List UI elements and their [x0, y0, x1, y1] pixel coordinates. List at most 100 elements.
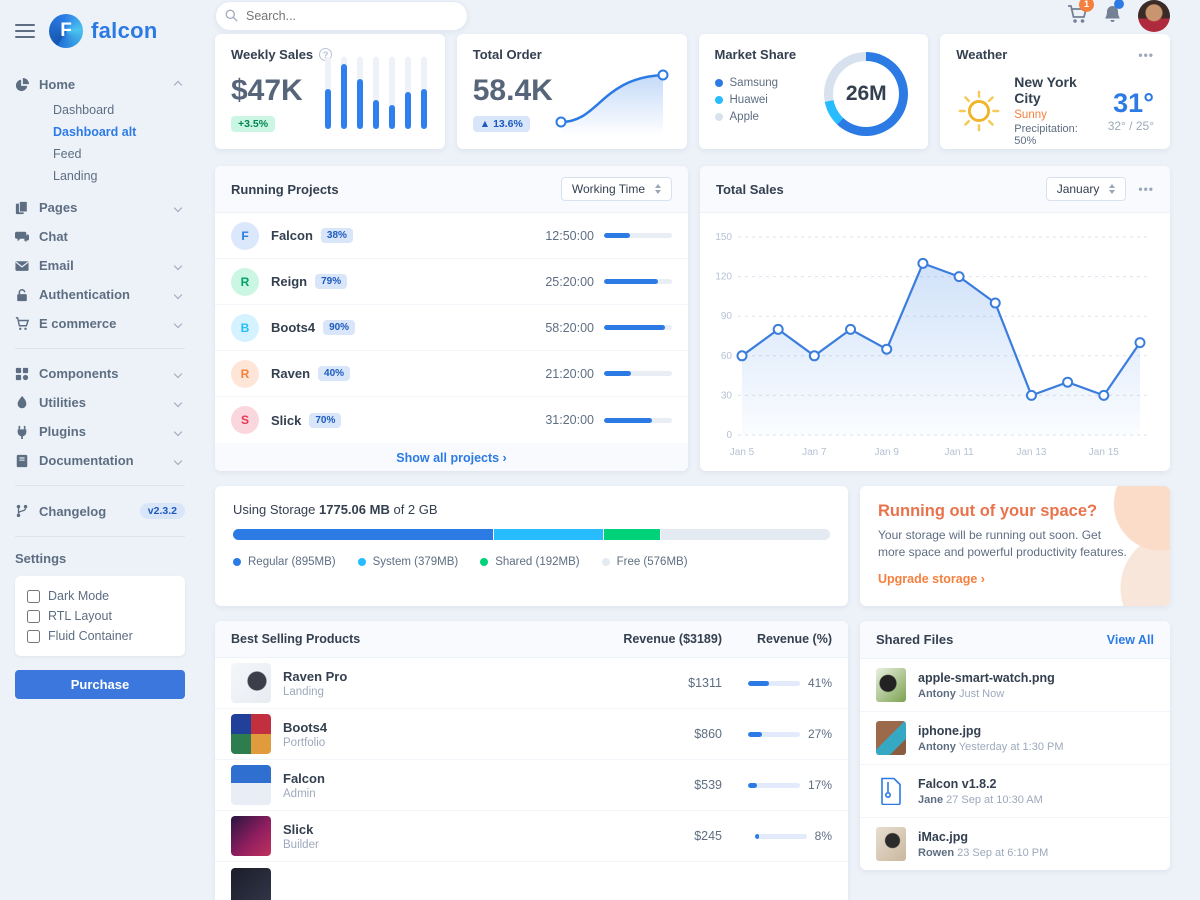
best-selling-card: Best Selling Products Revenue ($3189) Re… [215, 621, 848, 900]
falcon-logo-icon: F [49, 14, 83, 48]
total-sales-menu-button[interactable]: ••• [1138, 182, 1154, 196]
sidebar-item-ecommerce[interactable]: E commerce [15, 309, 185, 338]
svg-text:90: 90 [721, 311, 733, 322]
table-row: Slick Builder $245 8% [215, 811, 848, 862]
search-icon [225, 9, 238, 27]
project-row[interactable]: S Slick 70% 31:20:00 [215, 397, 688, 443]
project-row[interactable]: R Raven 40% 21:20:00 [215, 351, 688, 397]
svg-text:Jan 11: Jan 11 [944, 447, 974, 458]
sidebar-item-changelog[interactable]: Changelog v2.3.2 [15, 496, 185, 526]
book-icon [15, 454, 29, 468]
storage-usage-bar [233, 529, 830, 540]
lock-icon [15, 288, 29, 302]
sidebar-item-feed[interactable]: Feed [15, 143, 185, 165]
sidebar-item-authentication[interactable]: Authentication [15, 280, 185, 309]
sidebar-item-dashboard-alt[interactable]: Dashboard alt [15, 121, 185, 143]
chevron-down-icon [174, 369, 182, 377]
project-row[interactable]: B Boots4 90% 58:20:00 [215, 305, 688, 351]
search-input[interactable] [215, 1, 468, 31]
total-sales-line-chart: 0306090120150Jan 5Jan 7Jan 9Jan 11Jan 13… [700, 213, 1170, 471]
storage-legend: Regular (895MB) System (379MB) Shared (1… [233, 553, 830, 570]
svg-text:Jan 13: Jan 13 [1016, 447, 1046, 458]
dark-mode-toggle[interactable]: Dark Mode [27, 586, 173, 606]
promo-title: Running out of your space? [878, 502, 1152, 521]
market-share-title: Market Share [715, 47, 797, 62]
chevron-down-icon [174, 203, 182, 211]
upgrade-storage-link[interactable]: Upgrade storage › [878, 572, 985, 586]
sidebar-item-landing[interactable]: Landing [15, 165, 185, 187]
svg-text:Jan 5: Jan 5 [730, 447, 755, 458]
chevron-down-icon [174, 319, 182, 327]
chevron-up-icon [174, 80, 182, 88]
list-item[interactable]: Falcon v1.8.2 Jane 27 Sep at 10:30 AM [860, 765, 1170, 818]
shared-files-title: Shared Files [876, 632, 953, 647]
weather-condition: Sunny [1014, 109, 1095, 121]
total-sales-card: Total Sales January ••• 0306090120150Jan… [700, 166, 1170, 471]
view-all-link[interactable]: View All [1107, 633, 1154, 647]
avatar[interactable] [1138, 0, 1170, 32]
project-row[interactable]: R Reign 79% 25:20:00 [215, 259, 688, 305]
fire-icon [15, 396, 29, 410]
market-share-card: Market Share Samsung Huawei Apple 26M [699, 34, 929, 149]
sun-icon [956, 88, 1002, 134]
sort-arrows-icon [655, 184, 661, 194]
weather-precipitation: Precipitation: 50% [1014, 123, 1095, 147]
svg-text:150: 150 [715, 232, 732, 243]
file-archive-icon [876, 774, 906, 808]
project-row[interactable]: F Falcon 38% 12:50:00 [215, 213, 688, 259]
weather-menu-button[interactable]: ••• [1138, 48, 1154, 62]
svg-text:Jan 7: Jan 7 [802, 447, 827, 458]
sidebar-item-home[interactable]: Home [15, 70, 185, 99]
show-all-projects-link[interactable]: Show all projects › [215, 443, 688, 471]
sidebar-item-plugins[interactable]: Plugins [15, 417, 185, 446]
sidebar-item-pages[interactable]: Pages [15, 193, 185, 222]
total-sales-title: Total Sales [716, 182, 784, 197]
list-item[interactable]: iphone.jpg Antony Yesterday at 1:30 PM [860, 712, 1170, 765]
fluid-container-checkbox[interactable] [27, 630, 40, 643]
running-projects-card: Running Projects Working Time F Falcon 3… [215, 166, 688, 471]
legend-dot [715, 113, 723, 121]
market-share-total: 26M [824, 52, 908, 136]
sidebar-item-components[interactable]: Components [15, 359, 185, 388]
rtl-layout-checkbox[interactable] [27, 610, 40, 623]
chat-icon [15, 230, 29, 244]
divider [15, 348, 185, 349]
rtl-layout-toggle[interactable]: RTL Layout [27, 606, 173, 626]
project-avatar: R [231, 268, 259, 296]
fluid-container-toggle[interactable]: Fluid Container [27, 626, 173, 646]
month-select[interactable]: January [1046, 177, 1127, 201]
list-item[interactable]: iMac.jpg Rowen 23 Sep at 6:10 PM [860, 818, 1170, 870]
revenue-pct-column-header: Revenue (%) [722, 632, 832, 646]
dark-mode-checkbox[interactable] [27, 590, 40, 603]
legend-dot [358, 558, 366, 566]
legend-dot [602, 558, 610, 566]
table-row [215, 862, 848, 900]
product-thumbnail [231, 765, 271, 805]
sidebar-item-chat[interactable]: Chat [15, 222, 185, 251]
sidebar-item-utilities[interactable]: Utilities [15, 388, 185, 417]
purchase-button[interactable]: Purchase [15, 670, 185, 699]
project-progress-bar [604, 371, 672, 376]
table-row: Falcon Admin $539 17% [215, 760, 848, 811]
hamburger-menu-icon[interactable] [15, 20, 35, 42]
legend-dot [233, 558, 241, 566]
shared-files-card: Shared Files View All apple-smart-watch.… [860, 621, 1170, 870]
upgrade-space-card: Running out of your space? Your storage … [860, 486, 1170, 606]
sidebar-item-email[interactable]: Email [15, 251, 185, 280]
sidebar-item-dashboard[interactable]: Dashboard [15, 99, 185, 121]
working-time-select[interactable]: Working Time [561, 177, 672, 201]
total-order-title: Total Order [473, 47, 542, 62]
sidebar-item-documentation[interactable]: Documentation [15, 446, 185, 475]
notifications-button[interactable] [1103, 4, 1122, 29]
chevron-down-icon [174, 427, 182, 435]
total-order-sparkline [547, 62, 677, 145]
brand-name: falcon [91, 18, 158, 44]
brand-logo[interactable]: F falcon [49, 14, 158, 48]
revenue-pct-bar [748, 783, 800, 788]
list-item[interactable]: apple-smart-watch.png Antony Just Now [860, 659, 1170, 712]
sort-arrows-icon [1109, 184, 1115, 194]
svg-text:Jan 9: Jan 9 [874, 447, 899, 458]
project-progress-bar [604, 325, 672, 330]
svg-text:0: 0 [726, 430, 732, 441]
cart-button[interactable]: 1 [1067, 4, 1087, 29]
